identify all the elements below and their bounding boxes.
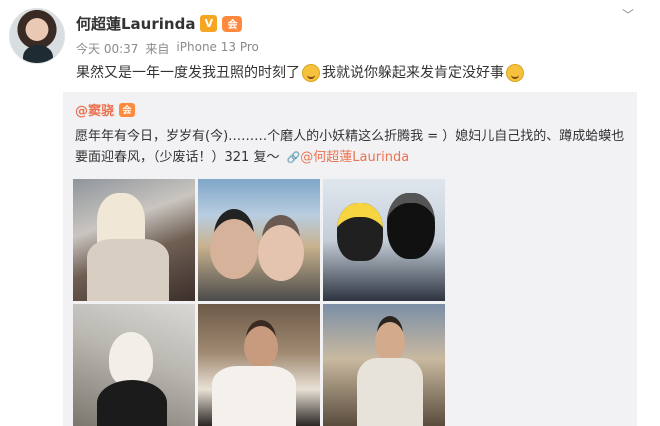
laugh-emoji-icon [506,64,524,82]
source-prefix: 来自 [145,42,170,56]
mention-link[interactable]: @何超蓮Laurinda [300,150,409,165]
photo-grid [73,179,445,426]
smile-emoji-icon [302,64,320,82]
repost-card: @窦骁 会 愿年年有今日，岁岁有(今)………个磨人的小妖精这么折腾我 = ）媳妇… [63,92,637,426]
photo-snow-ground[interactable] [73,304,195,426]
avatar[interactable] [9,8,65,64]
photo-balcony-city[interactable] [323,304,445,426]
weibo-post: 何超蓮Laurinda V 会 ﹀ 今天 00:37 来自 iPhone 13 … [0,0,660,426]
chevron-down-icon[interactable]: ﹀ [622,6,634,23]
post-author: 何超蓮Laurinda V 会 [76,13,243,34]
repost-text: 愿年年有今日，岁岁有(今)………个磨人的小妖精这么折腾我 = ）媳妇儿自己找的、… [75,126,625,168]
repost-username-link[interactable]: @窦骁 [75,100,114,119]
photo-winter-hat[interactable] [73,179,195,301]
member-badge-icon: 会 [222,15,243,32]
photo-selfie-building[interactable] [198,179,320,301]
post-text-part1: 果然又是一年一度发我丑照的时刻了 [76,65,300,81]
link-icon: 🔗 [286,151,301,164]
verified-badge-icon: V [200,15,218,32]
photo-makeup-room[interactable] [198,304,320,426]
post-text: 果然又是一年一度发我丑照的时刻了 我就说你躲起来发肯定没好事 [76,62,526,84]
username-link[interactable]: 何超蓮Laurinda [76,13,195,34]
post-meta: 今天 00:37 来自 iPhone 13 Pro [76,40,259,57]
post-text-part2: 我就说你躲起来发肯定没好事 [322,65,504,81]
member-badge-icon: 会 [119,102,136,117]
photo-ski-goggles[interactable] [323,179,445,301]
source-device: iPhone 13 Pro [176,40,259,54]
repost-author: @窦骁 会 [75,100,136,119]
timestamp[interactable]: 今天 00:37 [76,40,138,57]
